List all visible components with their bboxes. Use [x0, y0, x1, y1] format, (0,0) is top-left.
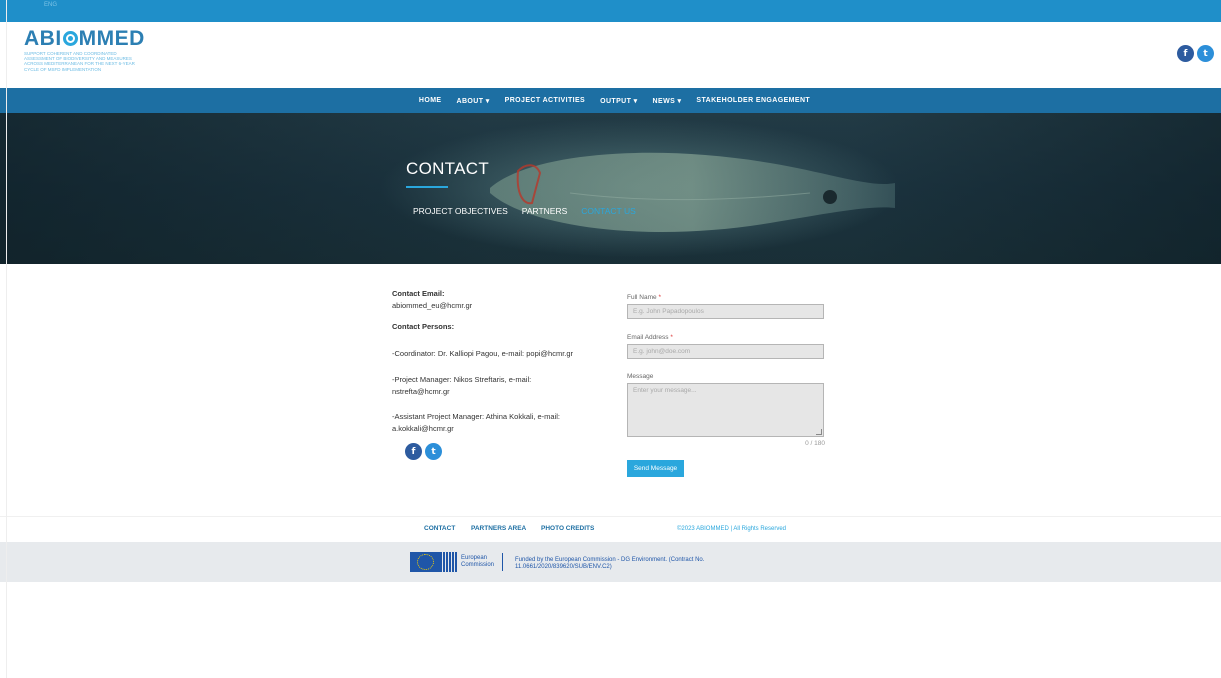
email-address-label: Email Address *: [627, 334, 673, 341]
sub-nav: PROJECT OBJECTIVES PARTNERS CONTACT US: [413, 206, 636, 216]
site-logo[interactable]: ABI MMED Support coherent and coordinated…: [24, 28, 145, 72]
eu-flag-icon: [410, 552, 442, 572]
header-social-links: f t: [1177, 45, 1214, 62]
copyright: ©2023 ABIOMMED | All Rights Reserved: [677, 526, 787, 532]
footer-links: CONTACT PARTNERS AREA PHOTO CREDITS ©202…: [0, 516, 1221, 542]
message-placeholder: Enter your message...: [633, 387, 697, 394]
assistant-manager-line: -Assistant Project Manager: Athina Kokka…: [392, 412, 560, 421]
european-commission-logo: European Commission: [410, 552, 504, 572]
twitter-icon[interactable]: t: [1197, 45, 1214, 62]
full-name-input[interactable]: E.g. John Papadopoulos: [627, 304, 824, 319]
nav-home[interactable]: HOME: [419, 97, 442, 104]
footer-photo-credits-link[interactable]: PHOTO CREDITS: [541, 525, 594, 532]
contact-social-links: f t: [405, 443, 442, 460]
nav-stakeholder-engagement[interactable]: STAKEHOLDER ENGAGEMENT: [696, 97, 810, 104]
site-header: ABI MMED Support coherent and coordinated…: [0, 22, 1221, 88]
logo-wordmark: ABI MMED: [24, 28, 145, 50]
logo-divider: [502, 553, 504, 571]
character-counter: 0 / 180: [805, 440, 825, 447]
logo-suffix: MMED: [78, 27, 145, 50]
footer-contact-link[interactable]: CONTACT: [424, 525, 455, 532]
contact-email-label: Contact Email:: [392, 289, 445, 298]
title-underline: [406, 186, 448, 188]
ec-building-icon: [443, 552, 457, 572]
project-manager-email[interactable]: nstrefta@hcmr.gr: [392, 387, 450, 396]
nav-output[interactable]: OUTPUT ▾: [600, 97, 637, 105]
logo-eye-icon: [62, 31, 78, 46]
hero-overlay: [0, 113, 1221, 264]
top-bar: ENG: [0, 0, 1221, 22]
resize-handle-icon[interactable]: [816, 429, 822, 435]
message-label: Message: [627, 373, 654, 380]
main-nav: HOME ABOUT ▾ PROJECT ACTIVITIES OUTPUT ▾…: [0, 88, 1221, 113]
facebook-icon[interactable]: f: [1177, 45, 1194, 62]
facebook-icon[interactable]: f: [405, 443, 422, 460]
contact-email-value[interactable]: abiommed_eu@hcmr.gr: [392, 301, 472, 310]
coordinator-line: -Coordinator: Dr. Kalliopi Pagou, e-mail…: [392, 349, 574, 358]
logo-prefix: ABI: [24, 27, 62, 50]
nav-project-activities[interactable]: PROJECT ACTIVITIES: [505, 97, 585, 104]
message-textarea[interactable]: Enter your message...: [627, 383, 824, 437]
assistant-manager-email[interactable]: a.kokkali@hcmr.gr: [392, 424, 454, 433]
nav-about[interactable]: ABOUT ▾: [457, 97, 490, 105]
logo-tagline: Support coherent and coordinated assessm…: [24, 51, 135, 72]
page-title: CONTACT: [406, 159, 489, 178]
send-message-button[interactable]: Send Message: [627, 460, 684, 477]
subnav-project-objectives[interactable]: PROJECT OBJECTIVES: [413, 206, 508, 216]
funding-note: Funded by the European Commission - DG E…: [515, 557, 705, 570]
ec-name: European Commission: [461, 555, 495, 568]
email-address-input[interactable]: E.g. john@doe.com: [627, 344, 824, 359]
nav-news[interactable]: NEWS ▾: [653, 97, 682, 105]
project-manager-line: -Project Manager: Nikos Streftaris, e-ma…: [392, 375, 532, 384]
twitter-icon[interactable]: t: [425, 443, 442, 460]
full-name-label: Full Name *: [627, 294, 661, 301]
funding-footer: European Commission Funded by the Europe…: [0, 542, 1221, 582]
hero-banner: CONTACT PROJECT OBJECTIVES PARTNERS CONT…: [0, 113, 1221, 264]
language-switch[interactable]: ENG: [44, 2, 57, 8]
subnav-contact-us[interactable]: CONTACT US: [581, 206, 635, 216]
footer-partners-area-link[interactable]: PARTNERS AREA: [471, 525, 526, 532]
contact-persons-label: Contact Persons:: [392, 322, 455, 331]
subnav-partners[interactable]: PARTNERS: [522, 206, 568, 216]
